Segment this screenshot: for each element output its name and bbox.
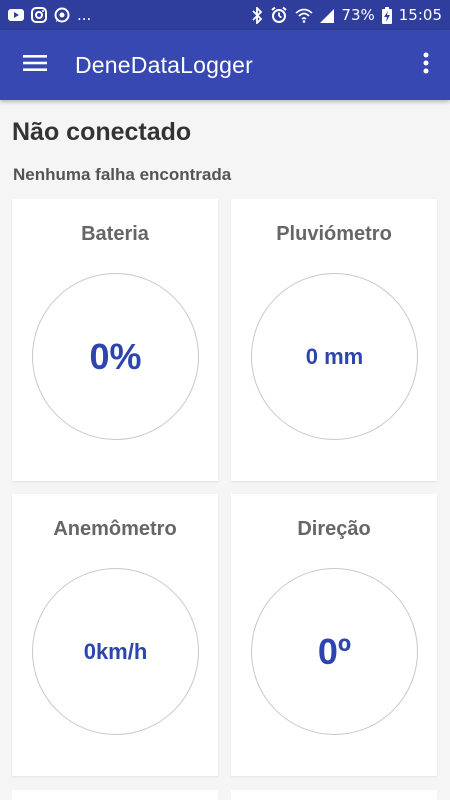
alarm-icon xyxy=(270,6,288,24)
whatsapp-icon xyxy=(54,7,70,23)
battery-card: Bateria 0% xyxy=(12,199,218,481)
clock: 15:05 xyxy=(398,6,442,24)
instagram-icon xyxy=(31,7,47,23)
connection-status: Não conectado xyxy=(12,118,192,146)
direction-value: 0º xyxy=(317,630,352,672)
app-bar: DeneDataLogger xyxy=(0,30,450,100)
status-bar-left: ... xyxy=(8,6,91,24)
menu-button[interactable] xyxy=(0,30,70,100)
wind-speed-value: 0km/h xyxy=(83,638,148,664)
anemometer-card-title: Anemômetro xyxy=(53,518,177,540)
bluetooth-icon xyxy=(251,6,263,24)
rain-value: 0 mm xyxy=(305,343,364,369)
direction-gauge: 0º xyxy=(251,568,418,735)
anemometer-gauge: 0km/h xyxy=(32,568,199,735)
more-vert-icon xyxy=(423,52,429,79)
fault-status: Nenhuma falha encontrada xyxy=(13,165,232,184)
battery-charging-icon xyxy=(381,6,392,24)
direction-card: Direção 0º xyxy=(231,494,437,776)
signal-icon xyxy=(320,8,335,23)
next-card-right xyxy=(231,790,437,800)
rain-gauge-card-title: Pluviómetro xyxy=(276,223,392,245)
wifi-icon xyxy=(295,8,314,23)
more-notifications-indicator: ... xyxy=(77,6,92,24)
battery-gauge: 0% xyxy=(32,273,199,440)
rain-gauge-card: Pluviómetro 0 mm xyxy=(231,199,437,481)
battery-value: 0% xyxy=(89,335,142,377)
app-title: DeneDataLogger xyxy=(75,51,253,78)
next-card-left xyxy=(12,790,218,800)
status-bar-right: 73% 15:05 xyxy=(251,6,442,24)
status-bar: ... 73% 15:05 xyxy=(0,0,450,30)
battery-card-title: Bateria xyxy=(81,223,149,245)
hamburger-icon xyxy=(23,54,47,77)
battery-percent: 73% xyxy=(341,6,375,24)
direction-card-title: Direção xyxy=(297,518,371,540)
overflow-menu-button[interactable] xyxy=(416,30,436,100)
anemometer-card: Anemômetro 0km/h xyxy=(12,494,218,776)
youtube-icon xyxy=(8,8,24,22)
rain-gauge: 0 mm xyxy=(251,273,418,440)
